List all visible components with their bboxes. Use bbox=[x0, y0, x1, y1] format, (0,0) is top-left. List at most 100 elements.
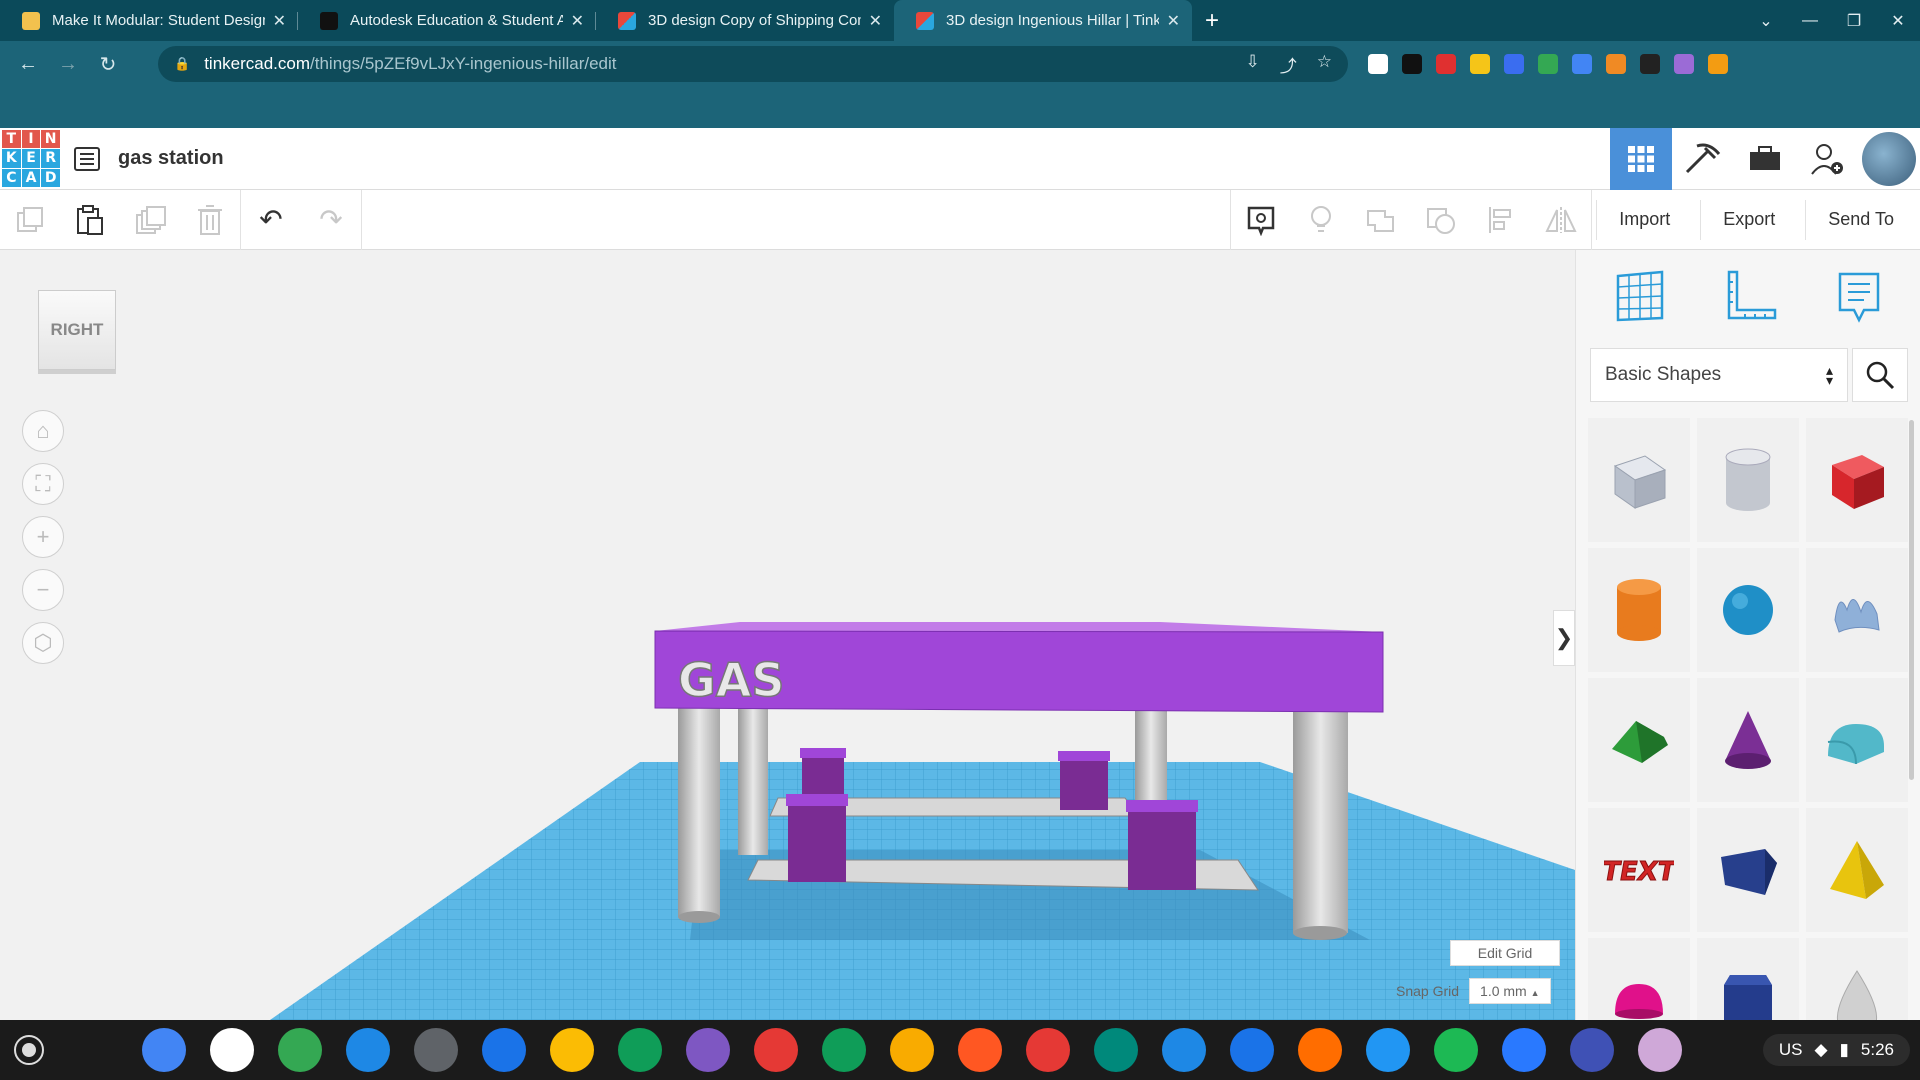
extension-icon[interactable] bbox=[1674, 54, 1694, 74]
ungroup-icon[interactable] bbox=[1411, 190, 1471, 250]
taskbar-app-icon[interactable] bbox=[958, 1028, 1002, 1072]
duplicate-icon[interactable] bbox=[120, 190, 180, 250]
tab-search-icon[interactable]: ⌄ bbox=[1744, 11, 1788, 31]
taskbar-app-icon[interactable] bbox=[618, 1028, 662, 1072]
snap-grid-select[interactable]: 1.0 mm ▲ bbox=[1469, 978, 1551, 1004]
shape-library-select[interactable]: Basic Shapes ▴ ▾ bbox=[1590, 348, 1848, 402]
lessons-view-button[interactable] bbox=[1734, 128, 1796, 190]
shape-tile-cylinder[interactable] bbox=[1588, 548, 1690, 672]
shape-tile-text[interactable]: TEXT bbox=[1588, 808, 1690, 932]
browser-tab[interactable]: Autodesk Education & Student A ✕ bbox=[298, 0, 596, 41]
taskbar-app-icon[interactable] bbox=[822, 1028, 866, 1072]
3d-design-view-button[interactable] bbox=[1610, 127, 1672, 190]
user-avatar[interactable] bbox=[1862, 131, 1916, 186]
extension-icon[interactable] bbox=[1470, 54, 1490, 74]
new-tab-button[interactable]: + bbox=[1192, 0, 1232, 41]
launcher-button[interactable] bbox=[14, 1035, 44, 1065]
lightbulb-icon[interactable] bbox=[1291, 190, 1351, 250]
tab-close-icon[interactable]: ✕ bbox=[869, 11, 882, 31]
taskbar-app-icon[interactable] bbox=[1298, 1028, 1342, 1072]
shape-tile-cylinder-hole[interactable] bbox=[1697, 418, 1799, 542]
status-tray[interactable]: US ◆ ▮ 5:26 bbox=[1762, 1034, 1910, 1066]
taskbar-app-icon[interactable] bbox=[1094, 1028, 1138, 1072]
extension-icon[interactable] bbox=[1368, 54, 1388, 74]
blocks-view-button[interactable] bbox=[1672, 128, 1734, 190]
shape-tile-wedge[interactable] bbox=[1697, 808, 1799, 932]
taskbar-app-icon[interactable] bbox=[1434, 1028, 1478, 1072]
browser-tab-active[interactable]: 3D design Ingenious Hillar | Tinke ✕ bbox=[894, 0, 1192, 41]
taskbar-app-icon[interactable] bbox=[686, 1028, 730, 1072]
align-icon[interactable] bbox=[1471, 190, 1531, 250]
taskbar-app-icon[interactable] bbox=[1230, 1028, 1274, 1072]
extension-icon[interactable] bbox=[1606, 54, 1626, 74]
group-icon[interactable] bbox=[1351, 190, 1411, 250]
browser-tab[interactable]: 3D design Copy of Shipping Cont ✕ bbox=[596, 0, 894, 41]
notes-icon[interactable] bbox=[1836, 268, 1882, 329]
extension-icon[interactable] bbox=[1436, 54, 1456, 74]
back-icon[interactable]: ← bbox=[8, 53, 48, 76]
3d-scene[interactable]: GAS bbox=[0, 250, 1575, 1020]
notes-view-icon[interactable] bbox=[1231, 190, 1291, 250]
url-input[interactable]: 🔒 tinkercad.com/things/5pZEf9vLJxY-ingen… bbox=[158, 46, 1348, 82]
design-list-icon[interactable] bbox=[74, 146, 100, 171]
export-button[interactable]: Export bbox=[1700, 199, 1798, 240]
bookmark-star-icon[interactable]: ☆ bbox=[1317, 52, 1332, 77]
delete-icon[interactable] bbox=[180, 190, 240, 250]
taskbar-app-icon[interactable] bbox=[1570, 1028, 1614, 1072]
taskbar-app-icon[interactable] bbox=[142, 1028, 186, 1072]
tab-close-icon[interactable]: ✕ bbox=[1167, 11, 1180, 31]
shape-tile-roof[interactable] bbox=[1588, 678, 1690, 802]
redo-icon[interactable]: ↷ bbox=[301, 190, 361, 250]
workplane-icon[interactable] bbox=[1614, 268, 1666, 329]
shape-tile-box[interactable] bbox=[1806, 418, 1908, 542]
taskbar-app-icon[interactable] bbox=[1638, 1028, 1682, 1072]
extension-icon[interactable] bbox=[1708, 54, 1728, 74]
shape-tile-pyramid[interactable] bbox=[1806, 808, 1908, 932]
import-button[interactable]: Import bbox=[1596, 199, 1693, 240]
send-to-button[interactable]: Send To bbox=[1805, 199, 1916, 240]
install-app-icon[interactable]: ⇩ bbox=[1246, 52, 1260, 77]
shape-search-button[interactable] bbox=[1852, 348, 1908, 402]
project-title[interactable]: gas station bbox=[118, 147, 224, 170]
mirror-icon[interactable] bbox=[1531, 190, 1591, 250]
panel-scrollbar[interactable] bbox=[1909, 420, 1914, 780]
close-window-icon[interactable]: ✕ bbox=[1876, 11, 1920, 31]
taskbar-app-icon[interactable] bbox=[1502, 1028, 1546, 1072]
restore-icon[interactable]: ❐ bbox=[1832, 11, 1876, 31]
tab-close-icon[interactable]: ✕ bbox=[273, 11, 286, 31]
extension-icon[interactable] bbox=[1402, 54, 1422, 74]
taskbar-app-icon[interactable] bbox=[890, 1028, 934, 1072]
taskbar-app-icon[interactable] bbox=[210, 1028, 254, 1072]
tab-close-icon[interactable]: ✕ bbox=[571, 11, 584, 31]
taskbar-app-icon[interactable] bbox=[1026, 1028, 1070, 1072]
taskbar-app-icon[interactable] bbox=[278, 1028, 322, 1072]
reload-icon[interactable]: ↻ bbox=[88, 52, 128, 77]
share-icon[interactable]: ⤴ bbox=[1280, 52, 1297, 77]
taskbar-app-icon[interactable] bbox=[414, 1028, 458, 1072]
extension-icon[interactable] bbox=[1572, 54, 1592, 74]
extension-icon[interactable] bbox=[1538, 54, 1558, 74]
copy-icon[interactable] bbox=[0, 190, 60, 250]
undo-icon[interactable]: ↶ bbox=[241, 190, 301, 250]
taskbar-app-icon[interactable] bbox=[1366, 1028, 1410, 1072]
shape-tile-cone[interactable] bbox=[1697, 678, 1799, 802]
taskbar-app-icon[interactable] bbox=[346, 1028, 390, 1072]
extension-icon[interactable] bbox=[1640, 54, 1660, 74]
forward-icon[interactable]: → bbox=[48, 53, 88, 76]
minimize-icon[interactable]: — bbox=[1788, 12, 1832, 30]
shape-tile-scribble[interactable] bbox=[1806, 548, 1908, 672]
extension-icon[interactable] bbox=[1504, 54, 1524, 74]
ruler-icon[interactable] bbox=[1723, 268, 1779, 329]
workplane-viewport[interactable]: RIGHT ⌂ ⛶ + − ⬡ GAS ❯ Edit Grid Snap Gri… bbox=[0, 250, 1575, 1020]
browser-tab[interactable]: Make It Modular: Student Design ✕ bbox=[0, 0, 298, 41]
tinkercad-logo[interactable]: TIN KER CAD bbox=[2, 129, 60, 188]
taskbar-app-icon[interactable] bbox=[754, 1028, 798, 1072]
taskbar-app-icon[interactable] bbox=[1162, 1028, 1206, 1072]
paste-icon[interactable] bbox=[60, 190, 120, 250]
edit-grid-button[interactable]: Edit Grid bbox=[1450, 940, 1560, 966]
shape-tile-round-roof[interactable] bbox=[1806, 678, 1908, 802]
taskbar-app-icon[interactable] bbox=[482, 1028, 526, 1072]
shape-tile-sphere[interactable] bbox=[1697, 548, 1799, 672]
taskbar-app-icon[interactable] bbox=[550, 1028, 594, 1072]
collapse-panel-icon[interactable]: ❯ bbox=[1553, 610, 1575, 666]
